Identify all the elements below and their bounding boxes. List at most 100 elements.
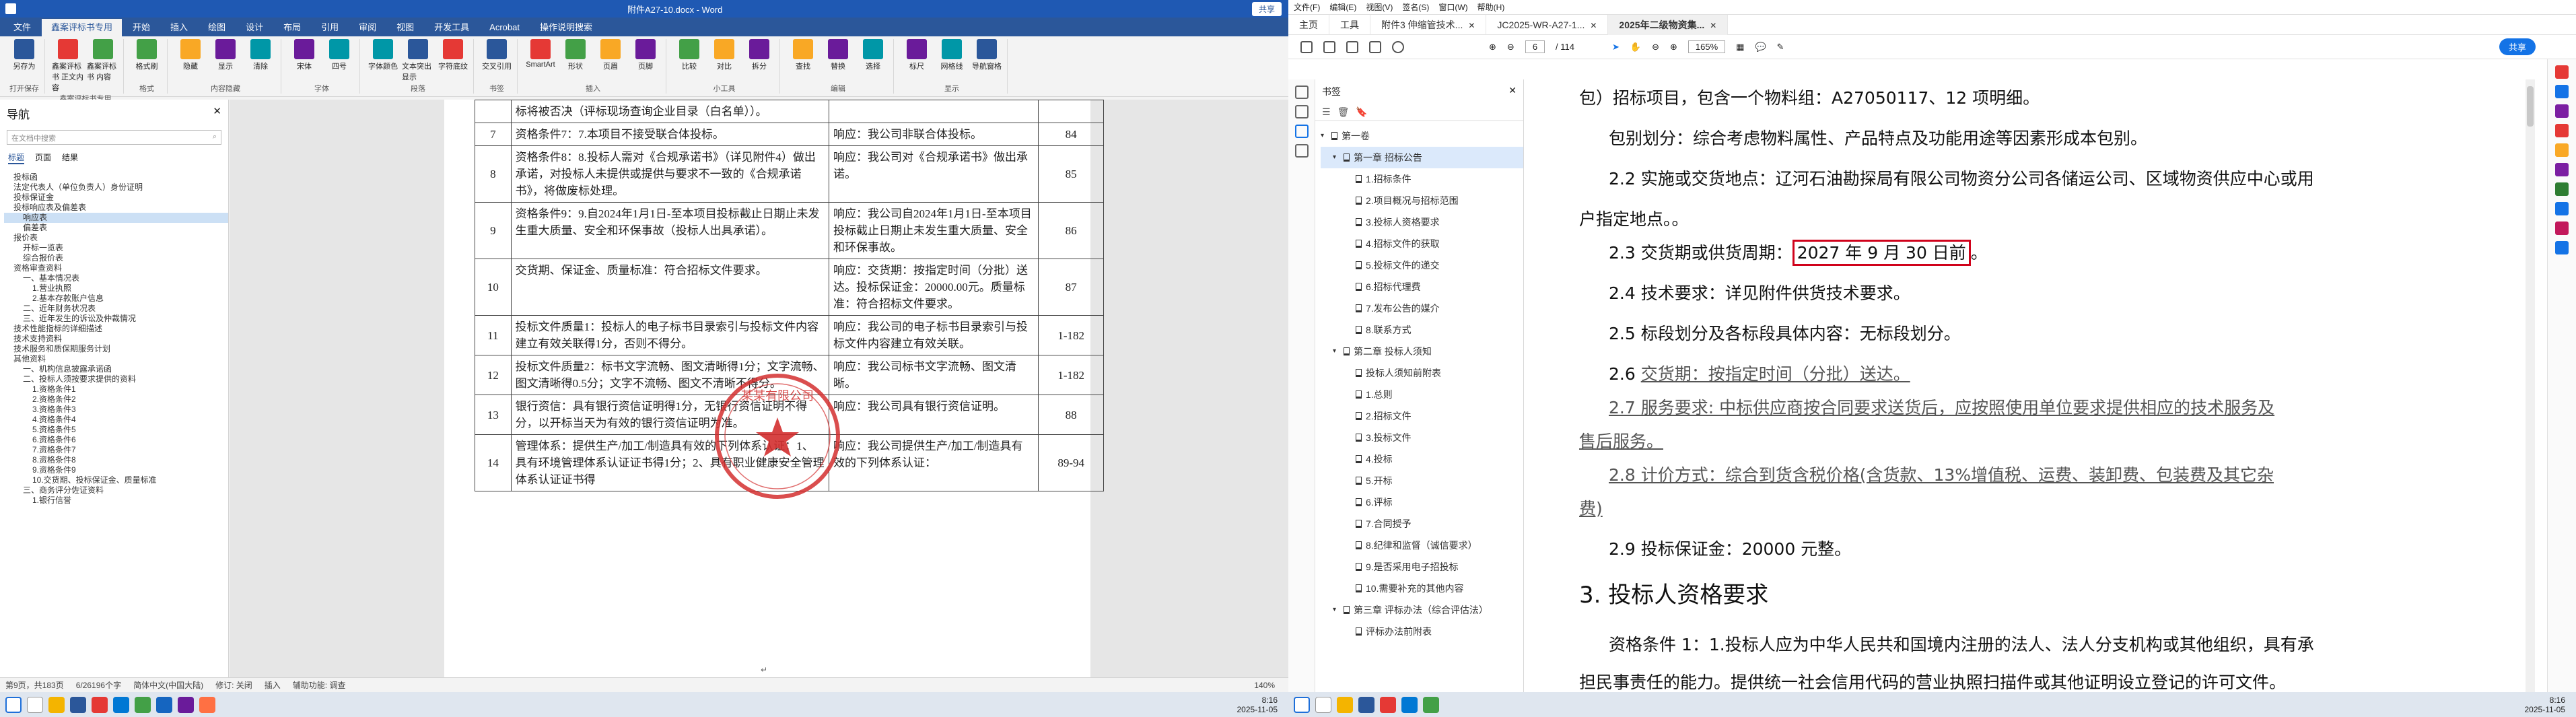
new-bookmark-icon[interactable]: 🔖 bbox=[1356, 106, 1367, 118]
menu-item[interactable]: 文件(F) bbox=[1294, 1, 1320, 13]
table-cell-resp[interactable] bbox=[829, 100, 1039, 123]
more-tools-icon[interactable] bbox=[2555, 241, 2569, 254]
nav-item[interactable]: 一、基本情况表 bbox=[4, 273, 228, 283]
zoom-in-icon[interactable]: ⊕ bbox=[1670, 42, 1677, 53]
ribbon-button[interactable]: 鑫案评标书 内容 bbox=[87, 39, 119, 93]
ribbon-button[interactable]: 清除 bbox=[244, 39, 277, 71]
bookmark-item[interactable]: 投标人须知前附表 bbox=[1321, 362, 1523, 384]
ribbon-button[interactable]: 页眉 bbox=[594, 39, 627, 71]
table-cell-req[interactable]: 资格条件9：9.自2024年1月1日-至本项目投标截止日期止未发生重大质量、安全… bbox=[510, 202, 830, 259]
bookmark-item[interactable]: ▾ 第一章 招标公告 bbox=[1321, 147, 1523, 168]
nav-item[interactable]: 其他资料 bbox=[4, 354, 228, 364]
bookmark-item[interactable]: 2.项目概况与招标范围 bbox=[1321, 190, 1523, 211]
ribbon-button[interactable]: 宋体 bbox=[288, 39, 320, 71]
close-tab-icon[interactable]: ✕ bbox=[1710, 21, 1716, 30]
search-icon[interactable] bbox=[1392, 40, 1404, 53]
nav-item[interactable]: 10.交货期、投标保证金、质量标准 bbox=[4, 475, 228, 485]
bookmark-item[interactable]: ▾ 第二章 投标人须知 bbox=[1321, 341, 1523, 362]
ribbon-tab[interactable]: 鑫案评标书专用 bbox=[42, 19, 123, 36]
table-cell-no[interactable]: 14 bbox=[475, 434, 512, 491]
ribbon-button[interactable]: 页脚 bbox=[629, 39, 662, 71]
document-tab[interactable]: 工具 bbox=[1329, 14, 1370, 35]
export-pdf-icon[interactable] bbox=[2555, 65, 2569, 79]
nav-item[interactable]: 一、机构信息披露承诺函 bbox=[4, 364, 228, 374]
bookmark-item[interactable]: 7.合同授予 bbox=[1321, 513, 1523, 535]
bookmark-item[interactable]: 7.发布公告的媒介 bbox=[1321, 298, 1523, 319]
menu-item[interactable]: 帮助(H) bbox=[1477, 1, 1505, 13]
word-taskbar-icon[interactable] bbox=[1358, 696, 1374, 713]
app-icon[interactable] bbox=[199, 696, 215, 713]
ribbon-tab[interactable]: 绘图 bbox=[199, 19, 235, 36]
ribbon-tab[interactable]: 设计 bbox=[236, 19, 273, 36]
nav-item[interactable]: 二、近年财务状况表 bbox=[4, 304, 228, 314]
table-cell-page[interactable]: 86 bbox=[1038, 202, 1104, 259]
comment-icon[interactable] bbox=[2555, 143, 2569, 157]
ribbon-button[interactable]: 查找 bbox=[787, 39, 819, 71]
table-cell-no[interactable]: 7 bbox=[475, 123, 512, 146]
acrobat-taskbar-icon[interactable] bbox=[1380, 696, 1396, 713]
scrollbar-thumb[interactable] bbox=[2527, 86, 2534, 127]
ribbon-button[interactable]: 选择 bbox=[857, 39, 889, 71]
nav-tab[interactable]: 标题 bbox=[8, 151, 25, 164]
chevron-icon[interactable]: ▾ bbox=[1333, 605, 1339, 615]
page-number-input[interactable]: 6 bbox=[1525, 40, 1545, 53]
nav-item[interactable]: 报价表 bbox=[4, 233, 228, 243]
options-icon[interactable]: ☰ bbox=[1322, 106, 1331, 118]
table-cell-req[interactable]: 标将被否决（评标现场查询企业目录（白名单））。 bbox=[510, 100, 830, 123]
nav-item[interactable]: 投标函 bbox=[4, 172, 228, 182]
bookmark-item[interactable]: 8.联系方式 bbox=[1321, 319, 1523, 341]
start-icon[interactable] bbox=[1294, 696, 1310, 713]
table-cell-req[interactable]: 资格条件8：8.投标人需对《合规承诺书》（详见附件4）做出承诺，对投标人未提供或… bbox=[510, 145, 830, 203]
bookmark-item[interactable]: 3.投标文件 bbox=[1321, 427, 1523, 448]
table-cell-resp[interactable]: 响应：交货期：按指定时间（分批）送达。投标保证金：20000.00元。质量标准：… bbox=[829, 259, 1039, 316]
nav-item[interactable]: 6.资格条件6 bbox=[4, 435, 228, 445]
nav-item[interactable]: 8.资格条件8 bbox=[4, 455, 228, 465]
table-cell-page[interactable]: 88 bbox=[1038, 395, 1104, 435]
menu-item[interactable]: 编辑(E) bbox=[1329, 1, 1356, 13]
ribbon-button[interactable]: 比较 bbox=[673, 39, 705, 71]
nav-item[interactable]: 综合报价表 bbox=[4, 253, 228, 263]
table-cell-page[interactable]: 85 bbox=[1038, 145, 1104, 203]
table-cell-no[interactable]: 10 bbox=[475, 259, 512, 316]
wechat-icon[interactable] bbox=[1423, 696, 1439, 713]
nav-item[interactable]: 1.资格条件1 bbox=[4, 384, 228, 395]
edit-pdf-icon[interactable] bbox=[2555, 85, 2569, 98]
bookmark-item[interactable]: 6.招标代理费 bbox=[1321, 276, 1523, 298]
search-input[interactable]: 在文档中搜索 ⌕ bbox=[7, 130, 221, 145]
ribbon-button[interactable]: 网格线 bbox=[936, 39, 968, 71]
ribbon-button[interactable]: 显示 bbox=[209, 39, 242, 71]
bookmark-item[interactable]: ▾ 第三章 评标办法（综合评估法） bbox=[1321, 599, 1523, 621]
upload-icon[interactable] bbox=[1323, 40, 1335, 53]
table-cell-no[interactable]: 12 bbox=[475, 355, 512, 395]
table-cell-page[interactable]: 87 bbox=[1038, 259, 1104, 316]
bookmark-item[interactable]: 8.纪律和监督（诚信要求） bbox=[1321, 535, 1523, 556]
nav-item[interactable]: 4.资格条件4 bbox=[4, 415, 228, 425]
nav-item[interactable]: 3.资格条件3 bbox=[4, 405, 228, 415]
files-icon[interactable] bbox=[48, 696, 65, 713]
comment-icon[interactable]: 💬 bbox=[1755, 42, 1766, 53]
bookmark-item[interactable]: 2.招标文件 bbox=[1321, 405, 1523, 427]
nav-item[interactable]: 7.资格条件7 bbox=[4, 445, 228, 455]
bookmark-item[interactable]: 3.投标人资格要求 bbox=[1321, 211, 1523, 233]
nav-item[interactable]: 2.资格条件2 bbox=[4, 395, 228, 405]
ribbon-tab[interactable]: 开始 bbox=[123, 19, 160, 36]
edge-icon[interactable] bbox=[1401, 696, 1418, 713]
pen-icon[interactable]: ✎ bbox=[1777, 42, 1784, 53]
bookmark-item[interactable]: 1.招标条件 bbox=[1321, 168, 1523, 190]
search-icon[interactable] bbox=[1315, 696, 1331, 713]
nav-item[interactable]: 9.资格条件9 bbox=[4, 465, 228, 475]
ribbon-tab[interactable]: 开发工具 bbox=[425, 19, 479, 36]
share-button[interactable]: 共享 bbox=[1251, 1, 1282, 16]
bookmark-item[interactable]: 9.是否采用电子招投标 bbox=[1321, 556, 1523, 578]
acrobat-taskbar-icon[interactable] bbox=[92, 696, 108, 713]
search-icon[interactable] bbox=[27, 696, 43, 713]
attachment-icon[interactable] bbox=[1294, 144, 1309, 158]
nav-item[interactable]: 偏差表 bbox=[4, 223, 228, 233]
table-cell-resp[interactable]: 响应：我公司的电子标书目录索引与投标文件内容建立有效关联。 bbox=[829, 315, 1039, 355]
table-cell-resp[interactable]: 响应：我公司提供生产/加工/制造具有效的下列体系认证： bbox=[829, 434, 1039, 491]
zoom-level[interactable]: 140% bbox=[1254, 681, 1275, 690]
table-cell-no[interactable]: 11 bbox=[475, 315, 512, 355]
bookmark-item[interactable]: 1.总则 bbox=[1321, 384, 1523, 405]
bookmark-item[interactable]: 5.开标 bbox=[1321, 470, 1523, 491]
ribbon-tab[interactable]: 视图 bbox=[387, 19, 423, 36]
